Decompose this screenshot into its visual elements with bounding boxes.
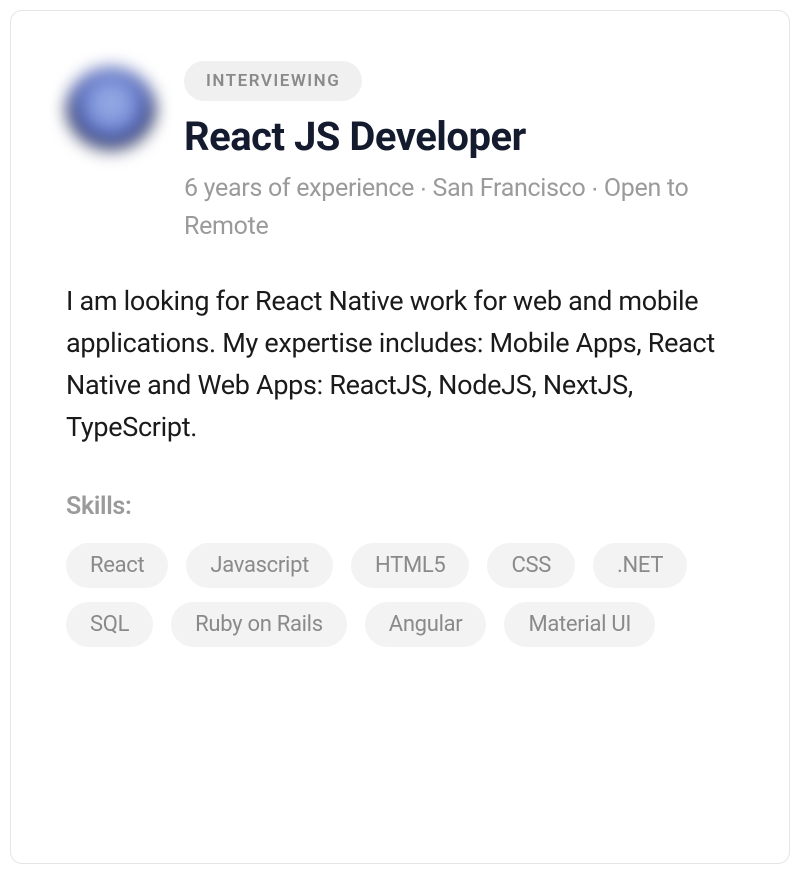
skill-tag: SQL <box>66 602 153 647</box>
skill-tag: React <box>66 543 168 588</box>
skill-tag: Javascript <box>186 543 333 588</box>
status-badge: INTERVIEWING <box>184 61 362 101</box>
skills-label: Skills: <box>66 492 734 521</box>
profile-meta: 6 years of experience ∙ San Francisco ∙ … <box>184 170 734 245</box>
skills-list: React Javascript HTML5 CSS .NET SQL Ruby on Ra… <box>66 543 734 647</box>
header-info: INTERVIEWING React JS Developer 6 years … <box>184 61 734 245</box>
profile-title: React JS Developer <box>184 113 734 160</box>
skill-tag: Material UI <box>504 602 655 647</box>
profile-card: INTERVIEWING React JS Developer 6 years … <box>10 10 790 864</box>
skill-tag: CSS <box>487 543 575 588</box>
skill-tag: .NET <box>593 543 687 588</box>
avatar <box>66 67 156 157</box>
skill-tag: Ruby on Rails <box>171 602 347 647</box>
profile-description: I am looking for React Native work for w… <box>66 281 734 448</box>
skill-tag: Angular <box>365 602 487 647</box>
skill-tag: HTML5 <box>351 543 469 588</box>
profile-header: INTERVIEWING React JS Developer 6 years … <box>66 61 734 245</box>
